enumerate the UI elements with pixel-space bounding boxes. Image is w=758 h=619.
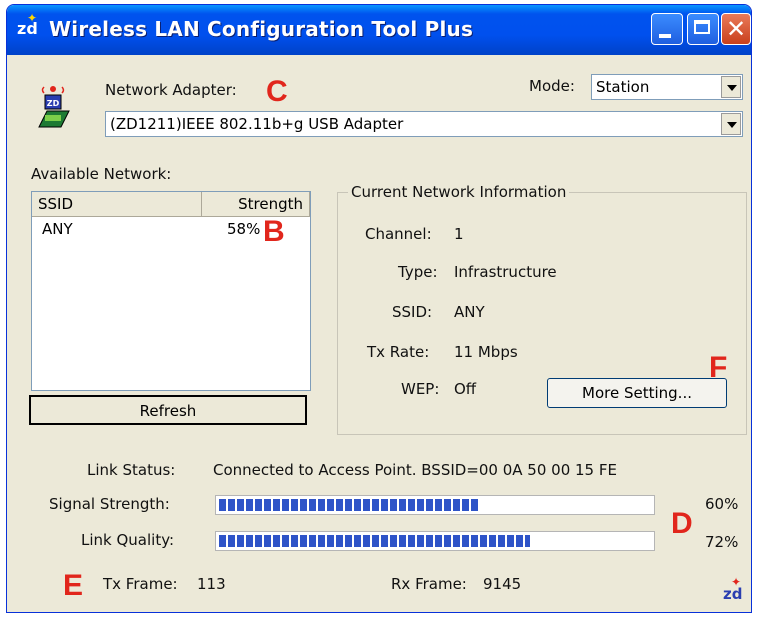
link-status-value: Connected to Access Point. BSSID=00 0A 5… (213, 461, 617, 479)
column-header-ssid[interactable]: SSID (32, 192, 202, 216)
link-quality-meter (215, 531, 655, 551)
window-title: Wireless LAN Configuration Tool Plus (49, 17, 474, 41)
mode-select[interactable]: Station (591, 74, 743, 100)
tx-rate-value: 11 Mbps (454, 343, 518, 361)
marker-d: D (671, 507, 693, 540)
column-header-strength[interactable]: Strength (202, 192, 310, 216)
minimize-button[interactable] (651, 13, 683, 45)
svg-text:ZD: ZD (47, 99, 60, 108)
mode-select-value: Station (596, 78, 650, 96)
link-quality-meter-fill (219, 535, 530, 547)
chevron-down-icon[interactable] (721, 113, 741, 135)
chevron-down-icon[interactable] (721, 76, 741, 98)
close-icon: ✕ (725, 15, 747, 43)
tx-frame-label: Tx Frame: (103, 575, 178, 593)
tx-frame-value: 113 (197, 575, 226, 593)
marker-e: E (63, 569, 84, 602)
signal-strength-label: Signal Strength: (49, 495, 170, 513)
rx-frame-label: Rx Frame: (391, 575, 467, 593)
zd-logo-icon: zd ✦ (723, 575, 743, 603)
network-ssid: ANY (42, 220, 73, 238)
link-quality-percent: 72% (705, 533, 739, 551)
list-header: SSID Strength (32, 192, 310, 217)
wep-label: WEP: (401, 380, 440, 398)
marker-b: B (263, 215, 285, 248)
current-network-info-legend: Current Network Information (351, 183, 567, 201)
network-adapter-select[interactable]: (ZD1211)IEEE 802.11b+g USB Adapter (105, 111, 743, 137)
ssid-label: SSID: (392, 303, 433, 321)
ssid-value: ANY (454, 303, 485, 321)
title-bar[interactable]: zd ✦ Wireless LAN Configuration Tool Plus… (7, 5, 751, 55)
link-status-label: Link Status: (87, 461, 176, 479)
network-adapter-label: Network Adapter: (105, 81, 237, 99)
zd-wireless-app-icon: zd ✦ (17, 11, 38, 38)
network-strength: 58% (227, 220, 261, 238)
signal-strength-percent: 60% (705, 495, 739, 513)
signal-strength-meter-fill (219, 499, 478, 511)
maximize-button[interactable] (687, 13, 719, 45)
close-button[interactable]: ✕ (721, 13, 751, 45)
channel-label: Channel: (365, 225, 432, 243)
type-label: Type: (398, 263, 438, 281)
type-value: Infrastructure (454, 263, 557, 281)
marker-c: C (266, 75, 288, 108)
rx-frame-value: 9145 (483, 575, 522, 593)
usb-adapter-icon: ZD (38, 86, 70, 128)
mode-label: Mode: (529, 77, 575, 95)
app-window: zd ✦ Wireless LAN Configuration Tool Plus… (6, 4, 752, 613)
network-adapter-select-value: (ZD1211)IEEE 802.11b+g USB Adapter (110, 115, 404, 133)
wep-value: Off (454, 380, 477, 398)
available-network-label: Available Network: (31, 165, 172, 183)
more-setting-button[interactable]: More Setting... (547, 378, 727, 408)
refresh-button[interactable]: Refresh (29, 395, 307, 425)
channel-value: 1 (454, 225, 464, 243)
link-quality-label: Link Quality: (81, 531, 175, 549)
tx-rate-label: Tx Rate: (367, 343, 430, 361)
signal-strength-meter (215, 495, 655, 515)
